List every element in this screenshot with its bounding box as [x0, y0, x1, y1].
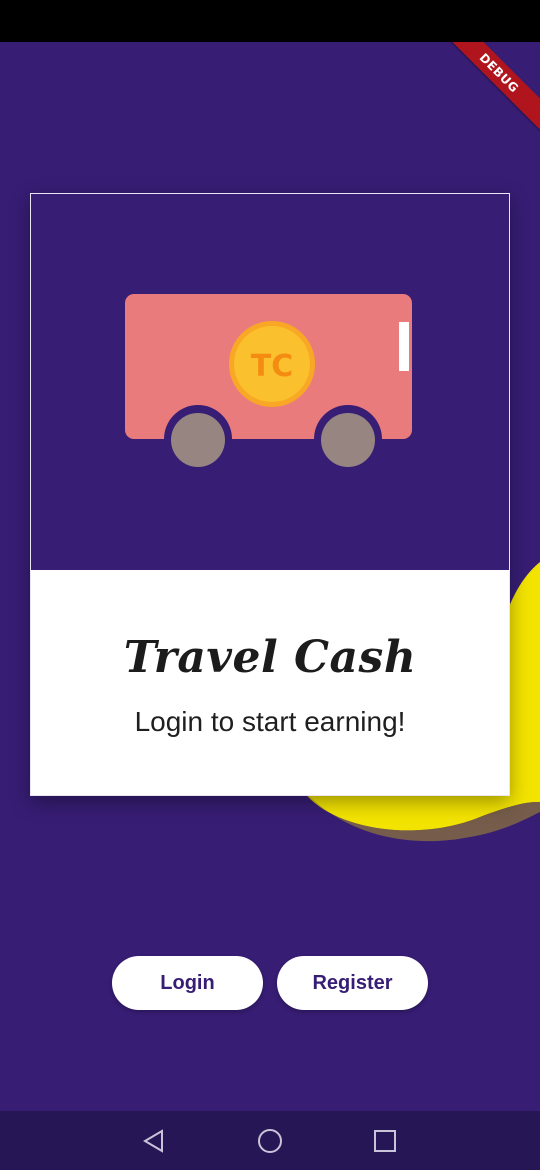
register-button[interactable]: Register	[277, 956, 428, 1010]
van-window-strip	[399, 322, 409, 371]
app-title: Travel Cash	[123, 632, 417, 683]
card-logo-panel: TC	[31, 194, 509, 570]
app-subtitle: Login to start earning!	[134, 706, 406, 737]
coin-label: TC	[251, 349, 293, 384]
home-icon[interactable]	[256, 1127, 284, 1155]
wheel-left	[171, 413, 225, 467]
recents-icon[interactable]	[371, 1127, 399, 1155]
van-logo: TC	[125, 294, 412, 473]
app-area: DEBUG TC Travel Cash Login to start earn…	[0, 42, 540, 1111]
status-bar	[0, 0, 540, 42]
system-navigation-bar	[0, 1111, 540, 1170]
login-button[interactable]: Login	[112, 956, 263, 1010]
card-text-panel: Travel Cash Login to start earning!	[31, 570, 509, 795]
back-icon[interactable]	[140, 1127, 168, 1155]
welcome-card: TC Travel Cash Login to start earning!	[30, 193, 510, 796]
wheel-right	[321, 413, 375, 467]
